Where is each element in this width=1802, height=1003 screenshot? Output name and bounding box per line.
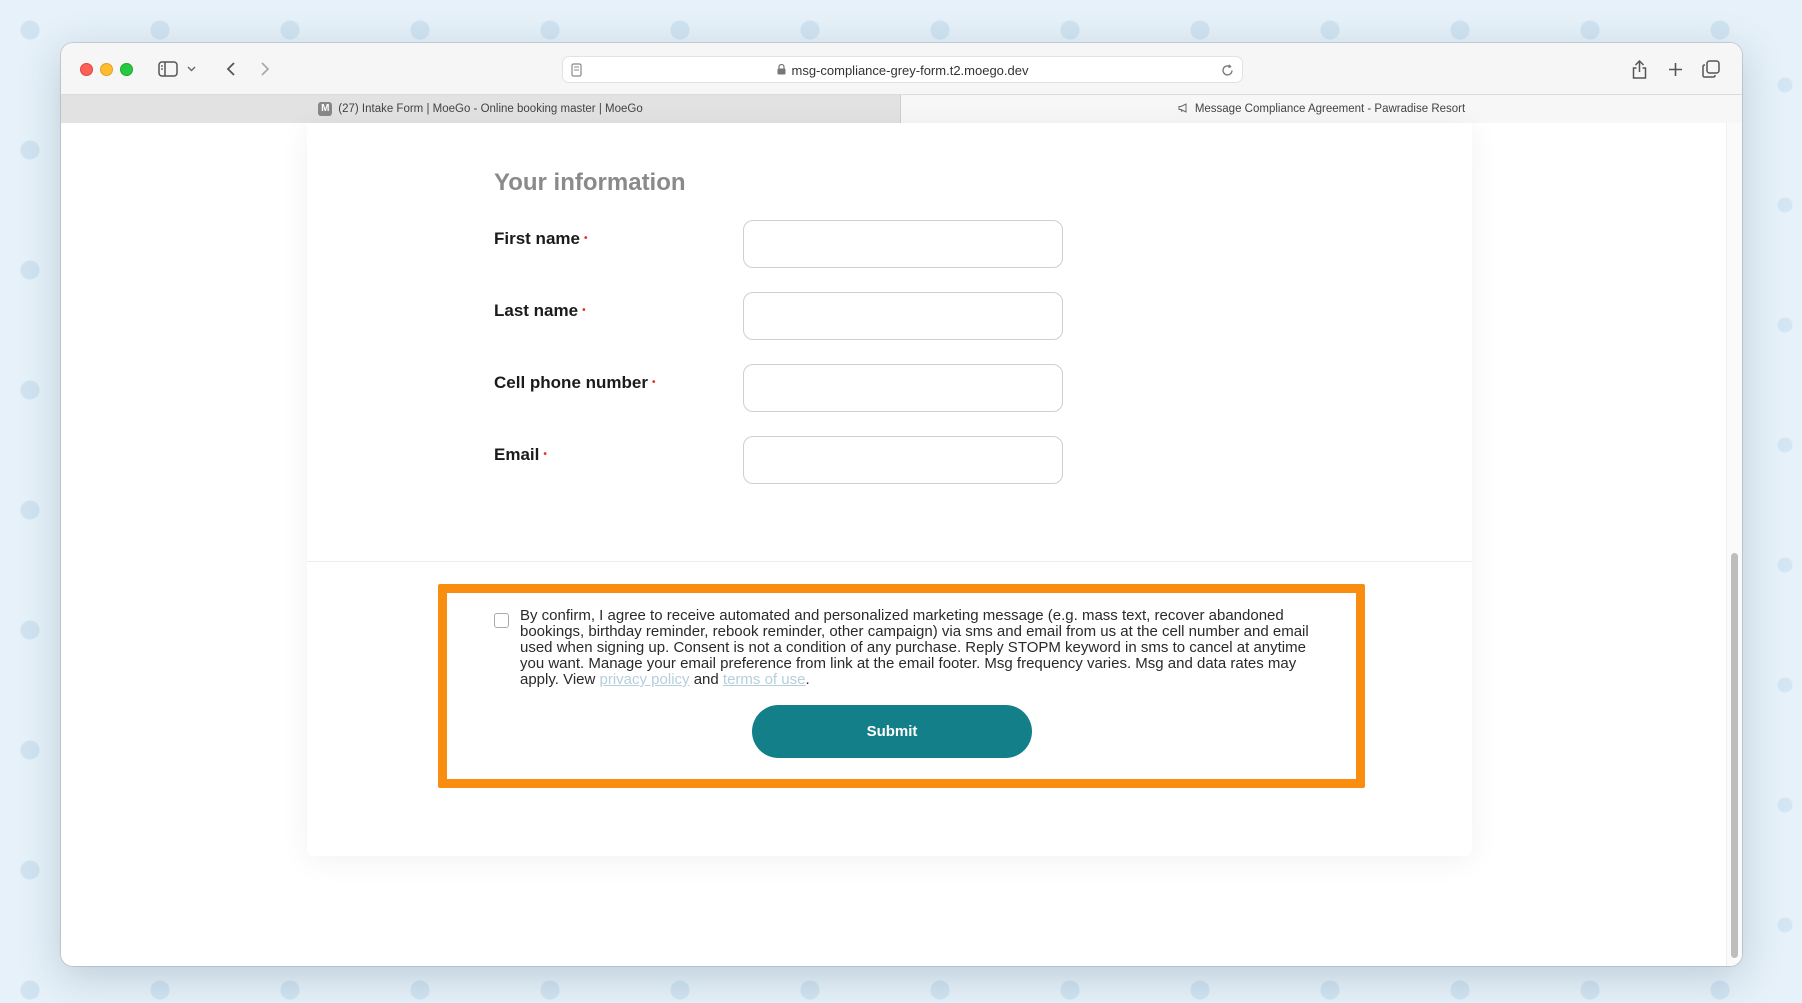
terms-of-use-link[interactable]: terms of use	[723, 671, 806, 688]
scrollbar-thumb[interactable]	[1731, 553, 1738, 958]
scrollbar[interactable]	[1726, 123, 1742, 966]
browser-toolbar: msg-compliance-grey-form.t2.moego.dev	[61, 43, 1742, 94]
privacy-policy-link[interactable]: privacy policy	[600, 671, 690, 688]
first-name-label: First name •	[494, 229, 588, 248]
tab-message-compliance[interactable]: Message Compliance Agreement - Pawradise…	[901, 95, 1742, 123]
address-bar[interactable]: msg-compliance-grey-form.t2.moego.dev	[562, 56, 1243, 83]
cell-phone-label: Cell phone number •	[494, 373, 656, 392]
last-name-label: Last name •	[494, 301, 586, 320]
browser-window: msg-compliance-grey-form.t2.moego.dev M …	[61, 43, 1742, 966]
email-input[interactable]	[743, 436, 1063, 484]
required-mark: •	[583, 233, 588, 244]
back-arrow-icon[interactable]	[223, 57, 239, 81]
first-name-input[interactable]	[743, 220, 1063, 268]
form-card: Your information First name • Last name • …	[307, 123, 1472, 856]
required-mark: •	[543, 449, 547, 460]
cell-phone-input[interactable]	[743, 364, 1063, 412]
close-window-button[interactable]	[80, 63, 93, 76]
reload-icon[interactable]	[1221, 62, 1234, 78]
url-text: msg-compliance-grey-form.t2.moego.dev	[791, 63, 1029, 78]
email-label: Email •	[494, 445, 547, 464]
share-icon[interactable]	[1630, 57, 1648, 81]
tab-overview-icon[interactable]	[1701, 57, 1721, 81]
tab-label: (27) Intake Form | MoeGo - Online bookin…	[338, 103, 643, 115]
tab-label: Message Compliance Agreement - Pawradise…	[1194, 103, 1466, 115]
new-tab-plus-icon[interactable]	[1666, 57, 1684, 81]
minimize-window-button[interactable]	[100, 63, 113, 76]
maximize-window-button[interactable]	[120, 63, 133, 76]
megaphone-favicon-icon	[1178, 102, 1189, 116]
tab-intake-form[interactable]: M (27) Intake Form | MoeGo - Online book…	[61, 95, 901, 123]
last-name-input[interactable]	[743, 292, 1063, 340]
submit-button[interactable]: Submit	[752, 705, 1032, 758]
section-divider	[307, 561, 1472, 562]
forward-arrow-icon[interactable]	[257, 57, 273, 81]
moego-favicon-icon: M	[318, 102, 333, 116]
lock-icon	[777, 63, 786, 78]
page-content: Your information First name • Last name • …	[61, 123, 1742, 966]
consent-text: By confirm, I agree to receive automated…	[520, 607, 1309, 688]
sidebar-toggle-icon[interactable]	[157, 57, 179, 81]
tab-bar: M (27) Intake Form | MoeGo - Online book…	[61, 94, 1742, 123]
required-mark: •	[582, 305, 586, 316]
consent-checkbox[interactable]	[494, 613, 509, 628]
required-mark: •	[651, 377, 656, 388]
chevron-down-icon[interactable]	[185, 57, 197, 81]
section-title: Your information	[494, 169, 686, 196]
